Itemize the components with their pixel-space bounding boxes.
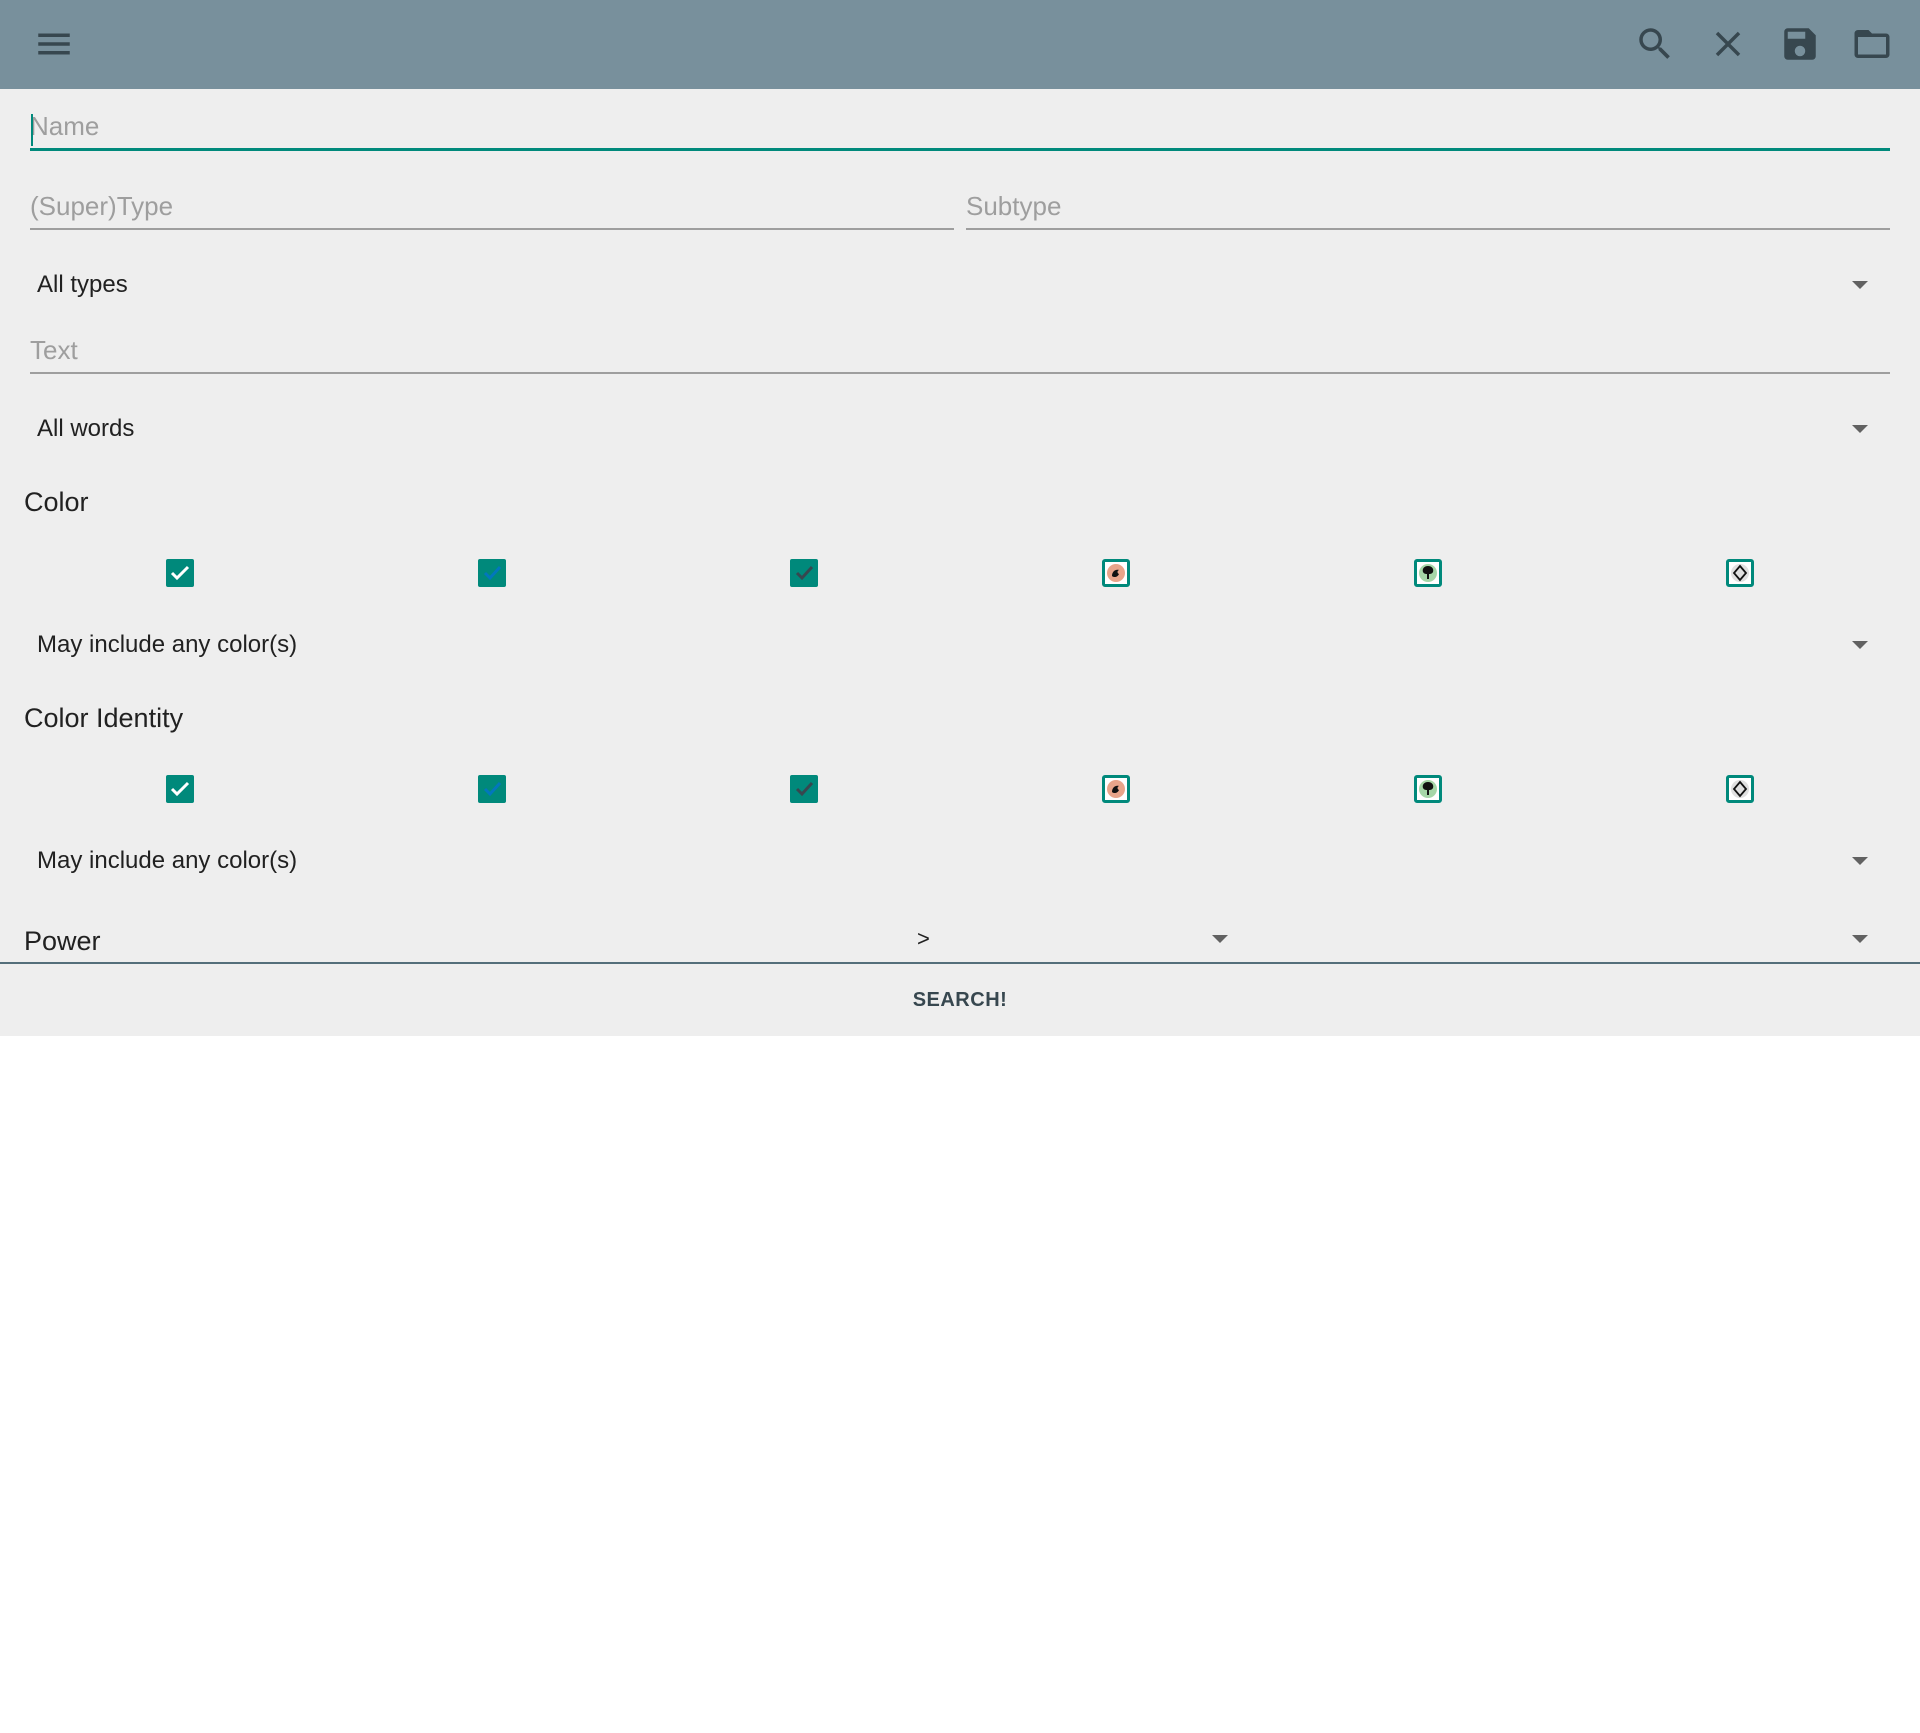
dropdown-arrow-icon [1852, 935, 1868, 943]
blue-identity-checkbox[interactable] [478, 775, 506, 803]
search-form: All types All words Color May include an… [0, 89, 1920, 963]
colorless-identity-checkbox[interactable] [1726, 775, 1754, 803]
subtype-field[interactable] [966, 170, 1890, 230]
text-caret [31, 114, 33, 146]
type-spinner[interactable]: All types [30, 255, 1890, 315]
folder-icon[interactable] [1845, 17, 1899, 71]
color-title: Color [24, 487, 89, 517]
words-spinner[interactable]: All words [30, 399, 1890, 459]
color-identity-match-value: May include any color(s) [37, 847, 298, 874]
search-button-label: SEARCH! [912, 988, 1008, 1011]
black-identity-checkbox[interactable] [790, 775, 818, 803]
menu-icon[interactable] [27, 17, 81, 71]
power-label: Power [24, 926, 101, 956]
white-identity-checkbox[interactable] [166, 775, 194, 803]
type-spinner-value: All types [37, 271, 128, 298]
red-mana-checkbox[interactable] [1102, 559, 1130, 587]
color-identity-match-spinner[interactable]: May include any color(s) [30, 831, 1890, 891]
text-field[interactable] [30, 314, 1890, 374]
power-comparator-value: > [917, 926, 930, 951]
dropdown-arrow-icon [1212, 935, 1228, 943]
power-comparator-spinner[interactable]: > [910, 909, 1250, 963]
text-input[interactable] [30, 314, 1890, 372]
close-icon[interactable] [1701, 17, 1755, 71]
name-input[interactable] [30, 91, 1890, 148]
color-checkbox-row [0, 559, 1920, 599]
app-toolbar [0, 0, 1920, 89]
color-match-spinner[interactable]: May include any color(s) [30, 615, 1890, 675]
power-value-spinner[interactable] [1260, 909, 1890, 963]
words-spinner-value: All words [37, 415, 135, 442]
white-mana-checkbox[interactable] [166, 559, 194, 587]
dropdown-arrow-icon [1852, 281, 1868, 289]
search-button[interactable]: SEARCH! [0, 964, 1920, 1036]
green-mana-checkbox[interactable] [1414, 559, 1442, 587]
blue-mana-checkbox[interactable] [478, 559, 506, 587]
color-match-value: May include any color(s) [37, 631, 298, 658]
color-identity-checkbox-row [0, 775, 1920, 815]
black-mana-checkbox[interactable] [790, 559, 818, 587]
supertype-field[interactable] [30, 170, 954, 230]
green-identity-checkbox[interactable] [1414, 775, 1442, 803]
red-identity-checkbox[interactable] [1102, 775, 1130, 803]
subtype-input[interactable] [966, 170, 1890, 228]
dropdown-arrow-icon [1852, 641, 1868, 649]
search-icon[interactable] [1628, 17, 1682, 71]
color-identity-title: Color Identity [24, 703, 184, 733]
dropdown-arrow-icon [1852, 425, 1868, 433]
save-icon[interactable] [1773, 17, 1827, 71]
supertype-input[interactable] [30, 170, 954, 228]
name-field[interactable] [30, 91, 1890, 151]
colorless-mana-checkbox[interactable] [1726, 559, 1754, 587]
dropdown-arrow-icon [1852, 857, 1868, 865]
